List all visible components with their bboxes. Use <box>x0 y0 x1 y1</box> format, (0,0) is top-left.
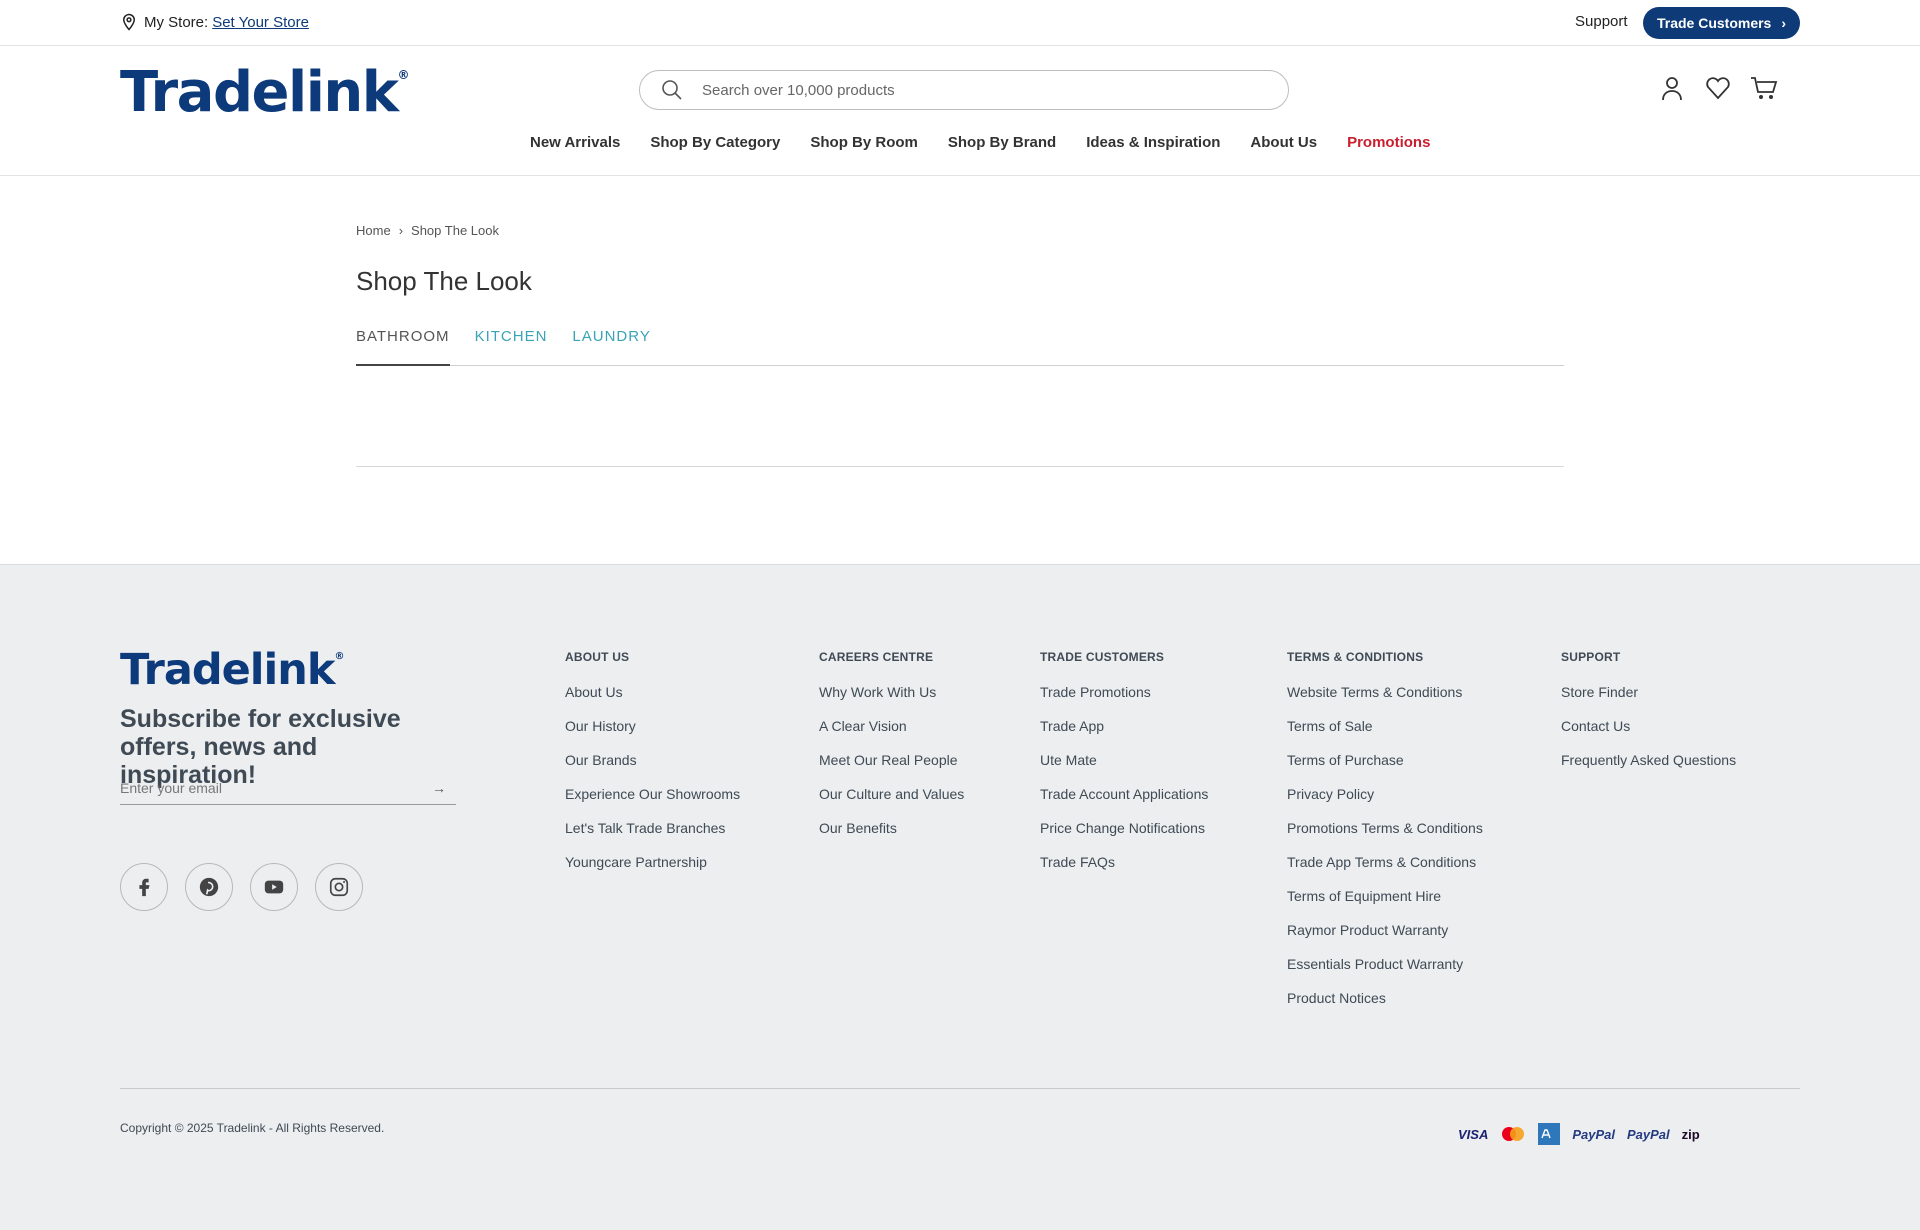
footer-col-careers: CAREERS CENTRE Why Work With Us A Clear … <box>819 650 964 854</box>
footer-link[interactable]: Product Notices <box>1287 990 1483 1024</box>
logo-text: Tradelink <box>120 60 399 125</box>
footer-link[interactable]: Terms of Equipment Hire <box>1287 888 1483 922</box>
footer-link[interactable]: Terms of Purchase <box>1287 752 1483 786</box>
page-title: Shop The Look <box>356 266 532 296</box>
breadcrumb-home[interactable]: Home <box>356 223 391 238</box>
footer-link[interactable]: About Us <box>565 684 740 718</box>
footer-col-title: TERMS & CONDITIONS <box>1287 650 1424 664</box>
footer-link[interactable]: Youngcare Partnership <box>565 854 740 888</box>
footer-divider <box>120 1088 1800 1089</box>
footer-link[interactable]: Raymor Product Warranty <box>1287 922 1483 956</box>
amex-icon <box>1538 1123 1561 1145</box>
footer-link[interactable]: Our History <box>565 718 740 752</box>
search-icon <box>662 80 682 100</box>
site-header: Tradelink® New Arrivals Shop By Category… <box>0 46 1920 176</box>
trade-customers-label: Trade Customers <box>1656 15 1772 31</box>
support-link[interactable]: Support <box>1575 13 1628 30</box>
footer-link[interactable]: Our Benefits <box>819 820 964 854</box>
paypal-pay-in-4-icon: PayPal <box>1572 1126 1615 1142</box>
registered-mark-icon: ® <box>397 68 410 82</box>
footer-col-about: ABOUT US About Us Our History Our Brands… <box>565 650 740 888</box>
footer-link[interactable]: Why Work With Us <box>819 684 964 718</box>
look-tabs: BATHROOM KITCHEN LAUNDRY <box>356 320 1564 366</box>
registered-mark-icon: ® <box>334 651 344 662</box>
footer-link[interactable]: Meet Our Real People <box>819 752 964 786</box>
footer-link[interactable]: Website Terms & Conditions <box>1287 684 1483 718</box>
search-input[interactable] <box>702 81 1222 99</box>
arrow-right-icon[interactable]: → <box>432 780 446 796</box>
footer-logo[interactable]: Tradelink® <box>120 645 344 695</box>
footer-link[interactable]: A Clear Vision <box>819 718 964 752</box>
my-store: My Store: Set Your Store <box>120 13 309 31</box>
wishlist-heart-icon[interactable] <box>1704 74 1732 102</box>
search-bar[interactable] <box>639 70 1289 110</box>
social-links <box>120 863 363 911</box>
footer-link[interactable]: Terms of Sale <box>1287 718 1483 752</box>
footer-col-trade: TRADE CUSTOMERS Trade Promotions Trade A… <box>1040 650 1208 888</box>
breadcrumb: Home › Shop The Look <box>356 223 499 238</box>
footer-link[interactable]: Frequently Asked Questions <box>1561 752 1736 786</box>
nav-shop-by-category[interactable]: Shop By Category <box>650 134 780 151</box>
newsletter-form: → <box>120 771 456 805</box>
nav-ideas-inspiration[interactable]: Ideas & Inspiration <box>1086 134 1220 151</box>
nav-promotions[interactable]: Promotions <box>1347 134 1430 151</box>
footer-col-title: SUPPORT <box>1561 650 1621 664</box>
footer-col-terms: TERMS & CONDITIONS Website Terms & Condi… <box>1287 650 1483 1024</box>
footer-link[interactable]: Price Change Notifications <box>1040 820 1208 854</box>
trade-customers-button[interactable]: Trade Customers › <box>1643 7 1800 39</box>
paypal-icon: PayPal <box>1627 1126 1670 1142</box>
footer-col-title: CAREERS CENTRE <box>819 650 934 664</box>
content-divider <box>356 466 1564 467</box>
footer-link[interactable]: Our Culture and Values <box>819 786 964 820</box>
tab-bathroom[interactable]: BATHROOM <box>356 320 450 366</box>
utility-bar: My Store: Set Your Store Support Trade C… <box>0 0 1920 46</box>
footer-link[interactable]: Essentials Product Warranty <box>1287 956 1483 990</box>
footer-link[interactable]: Contact Us <box>1561 718 1736 752</box>
copyright-text: Copyright © 2025 Tradelink - All Rights … <box>120 1121 385 1135</box>
footer-link[interactable]: Privacy Policy <box>1287 786 1483 820</box>
payment-methods: VISA PayPal PayPal zip <box>1458 1123 1700 1145</box>
footer-col-title: TRADE CUSTOMERS <box>1040 650 1165 664</box>
footer-link[interactable]: Our Brands <box>565 752 740 786</box>
set-your-store-link[interactable]: Set Your Store <box>212 14 309 31</box>
footer-link[interactable]: Let's Talk Trade Branches <box>565 820 740 854</box>
chevron-right-icon: › <box>398 223 404 238</box>
visa-icon: VISA <box>1458 1126 1489 1142</box>
footer-link[interactable]: Store Finder <box>1561 684 1736 718</box>
instagram-icon[interactable] <box>315 863 363 911</box>
zip-icon: zip <box>1681 1126 1700 1142</box>
location-pin-icon <box>122 13 136 31</box>
footer-link[interactable]: Promotions Terms & Conditions <box>1287 820 1483 854</box>
footer-link[interactable]: Trade FAQs <box>1040 854 1208 888</box>
nav-about-us[interactable]: About Us <box>1250 134 1317 151</box>
cart-icon[interactable] <box>1750 74 1778 102</box>
chevron-right-icon: › <box>1781 15 1787 31</box>
header-actions <box>1658 74 1778 102</box>
main-nav: New Arrivals Shop By Category Shop By Ro… <box>530 134 1430 151</box>
footer-link[interactable]: Trade Account Applications <box>1040 786 1208 820</box>
footer-link[interactable]: Ute Mate <box>1040 752 1208 786</box>
footer-logo-text: Tradelink <box>120 645 335 695</box>
tradelink-logo[interactable]: Tradelink® <box>120 60 410 125</box>
account-icon[interactable] <box>1658 74 1686 102</box>
footer-col-support: SUPPORT Store Finder Contact Us Frequent… <box>1561 650 1736 786</box>
footer-link[interactable]: Trade App Terms & Conditions <box>1287 854 1483 888</box>
site-footer: Tradelink® Subscribe for exclusive offer… <box>0 564 1920 1230</box>
footer-link[interactable]: Trade App <box>1040 718 1208 752</box>
footer-link[interactable]: Experience Our Showrooms <box>565 786 740 820</box>
my-store-label: My Store: <box>144 13 209 31</box>
facebook-icon[interactable] <box>120 863 168 911</box>
nav-shop-by-brand[interactable]: Shop By Brand <box>948 134 1056 151</box>
mastercard-icon <box>1502 1127 1525 1141</box>
footer-col-title: ABOUT US <box>565 650 630 664</box>
pinterest-icon[interactable] <box>185 863 233 911</box>
nav-shop-by-room[interactable]: Shop By Room <box>810 134 918 151</box>
email-field[interactable] <box>120 779 400 796</box>
nav-new-arrivals[interactable]: New Arrivals <box>530 134 620 151</box>
breadcrumb-current: Shop The Look <box>411 223 499 238</box>
tab-laundry[interactable]: LAUNDRY <box>572 320 650 366</box>
footer-link[interactable]: Trade Promotions <box>1040 684 1208 718</box>
tab-kitchen[interactable]: KITCHEN <box>475 320 548 366</box>
youtube-icon[interactable] <box>250 863 298 911</box>
